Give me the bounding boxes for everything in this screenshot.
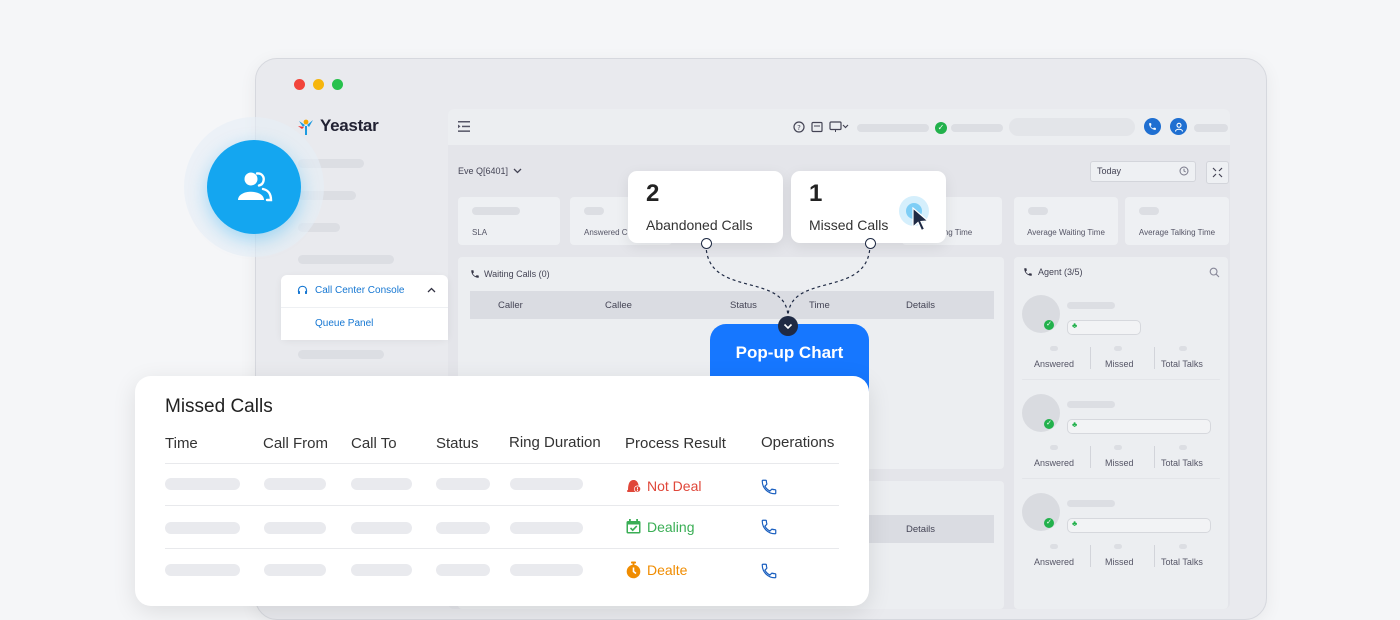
process-result-dealte: Dealte [625, 561, 687, 579]
cell-placeholder [436, 522, 490, 534]
cell-placeholder [264, 564, 326, 576]
process-result-dealing: Dealing [625, 518, 694, 535]
column-header-call-from: Call From [263, 435, 329, 452]
divider [165, 548, 839, 549]
cell-placeholder [510, 564, 583, 576]
missed-calls-count: 1 [809, 180, 823, 207]
missed-calls-popup[interactable]: 1 Missed Calls [791, 171, 946, 243]
cell-placeholder [351, 564, 412, 576]
abandoned-calls-popup[interactable]: 2 Abandoned Calls [628, 171, 783, 243]
timer-icon [626, 561, 641, 579]
cell-placeholder [351, 478, 412, 490]
missed-calls-panel-title: Missed Calls [165, 396, 273, 417]
divider [165, 463, 839, 464]
cell-placeholder [165, 564, 240, 576]
cell-placeholder [165, 522, 240, 534]
divider [165, 505, 839, 506]
connector-node [865, 238, 876, 249]
process-result-label: Dealing [647, 518, 695, 535]
cell-placeholder [510, 478, 583, 490]
abandoned-calls-count: 2 [646, 180, 660, 207]
column-header-process-result: Process Result [625, 435, 726, 452]
missed-calls-panel: Missed Calls Time Call From Call To Stat… [135, 376, 869, 606]
process-result-label: Not Deal [647, 477, 702, 494]
column-header-call-to: Call To [351, 435, 397, 452]
alarm-icon [627, 480, 641, 493]
cell-placeholder [351, 522, 412, 534]
column-header-time: Time [165, 435, 198, 452]
process-result-not-deal: Not Deal [625, 477, 701, 494]
process-result-label: Dealte [647, 562, 688, 578]
column-header-operations: Operations [761, 434, 835, 451]
column-header-status: Status [436, 435, 479, 452]
call-back-phone-icon[interactable] [760, 518, 778, 536]
column-header-ring-duration: Ring Duration [509, 434, 601, 451]
cell-placeholder [436, 564, 490, 576]
cell-placeholder [165, 478, 240, 490]
calendar-check-icon [626, 519, 641, 534]
chevron-down-icon[interactable] [778, 316, 798, 336]
missed-calls-label: Missed Calls [809, 217, 889, 233]
popup-chart-label: Pop-up Chart [735, 343, 844, 362]
call-back-phone-icon[interactable] [760, 478, 778, 496]
cell-placeholder [264, 478, 326, 490]
abandoned-calls-label: Abandoned Calls [646, 217, 753, 233]
call-back-phone-icon[interactable] [760, 562, 778, 580]
cell-placeholder [436, 478, 490, 490]
connector-node [701, 238, 712, 249]
mouse-cursor-icon [912, 207, 930, 232]
cell-placeholder [264, 522, 326, 534]
cell-placeholder [510, 522, 583, 534]
